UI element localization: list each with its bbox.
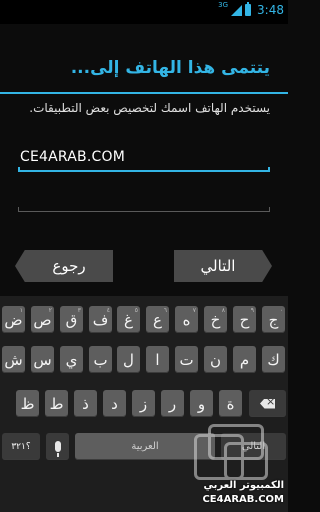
- key-ta-marbuta[interactable]: ة: [219, 390, 242, 417]
- key-label: ج: [268, 310, 279, 329]
- key-zain[interactable]: ز: [132, 390, 155, 417]
- key-ain[interactable]: ع٦: [146, 306, 169, 333]
- key-hint: ٢: [48, 307, 52, 314]
- key-hint: ١: [19, 307, 23, 314]
- mic-key[interactable]: [46, 433, 69, 460]
- key-zah[interactable]: ظ: [16, 390, 39, 417]
- space-key[interactable]: العربية: [75, 433, 215, 460]
- key-ha[interactable]: ه٧: [175, 306, 198, 333]
- key-lam[interactable]: ل: [117, 346, 140, 373]
- next-button[interactable]: التالي: [174, 250, 272, 282]
- key-hint: ٩: [250, 307, 254, 314]
- key-seen[interactable]: س: [31, 346, 54, 373]
- battery-icon: [245, 2, 252, 16]
- key-alef[interactable]: ا: [146, 346, 169, 373]
- key-hint: ٧: [192, 307, 196, 314]
- network-type-label: 3G: [218, 1, 229, 9]
- title-divider: [0, 92, 288, 94]
- status-icons: 3G 3:48: [218, 1, 284, 17]
- key-noon[interactable]: ن: [204, 346, 227, 373]
- key-thal[interactable]: ذ: [74, 390, 97, 417]
- key-hint: ٠: [279, 307, 283, 314]
- backspace-icon: [260, 398, 275, 409]
- keyboard: ض١ ص٢ ق٣ ف٤ غ٥ ع٦ ه٧ خ٨ ح٩ ج٠ ش س ي ب ل …: [0, 296, 288, 512]
- key-fa[interactable]: ف٤: [89, 306, 112, 333]
- enter-key[interactable]: التالي: [221, 433, 286, 460]
- name-input-underline: [18, 167, 270, 172]
- key-sheen[interactable]: ش: [2, 346, 25, 373]
- key-ra[interactable]: ر: [161, 390, 184, 417]
- back-button[interactable]: رجوع: [15, 250, 113, 282]
- key-tah[interactable]: ط: [45, 390, 68, 417]
- key-hint: ٤: [106, 307, 110, 314]
- key-kha[interactable]: خ٨: [204, 306, 227, 333]
- key-hint: ٨: [221, 307, 225, 314]
- key-ba[interactable]: ب: [89, 346, 112, 373]
- key-hint: ٥: [134, 307, 138, 314]
- key-label: غ: [124, 310, 133, 329]
- second-input-underline: [18, 207, 270, 212]
- key-hha[interactable]: ح٩: [233, 306, 256, 333]
- name-input-value: CE4ARAB.COM: [20, 149, 125, 165]
- signal-icon: [231, 4, 243, 16]
- key-ta[interactable]: ت: [175, 346, 198, 373]
- key-meem[interactable]: م: [233, 346, 256, 373]
- description-text: يستخدم الهاتف اسمك لتخصيص بعض التطبيقات.: [29, 101, 270, 115]
- key-hint: ٦: [163, 307, 167, 314]
- key-ghain[interactable]: غ٥: [117, 306, 140, 333]
- backspace-key[interactable]: [249, 390, 286, 417]
- key-ya[interactable]: ي: [60, 346, 83, 373]
- key-kaf[interactable]: ك: [262, 346, 285, 373]
- key-label: خ: [210, 310, 221, 329]
- symbols-key[interactable]: ؟٣٢١: [2, 433, 40, 460]
- key-label: ق: [65, 310, 78, 329]
- key-qaf[interactable]: ق٣: [60, 306, 83, 333]
- key-dad[interactable]: ض١: [2, 306, 25, 333]
- clock: 3:48: [257, 3, 284, 17]
- microphone-icon: [54, 441, 61, 457]
- key-hint: ٣: [77, 307, 81, 314]
- name-input[interactable]: CE4ARAB.COM: [18, 146, 270, 172]
- key-sad[interactable]: ص٢: [31, 306, 54, 333]
- page-title: يتتمى هذا الهاتف إلى...: [70, 58, 270, 78]
- key-jeem[interactable]: ج٠: [262, 306, 285, 333]
- key-label: ح: [239, 310, 250, 329]
- status-bar: 3G 3:48: [0, 0, 288, 24]
- key-label: ه: [182, 310, 191, 329]
- key-dal[interactable]: د: [103, 390, 126, 417]
- key-label: ع: [153, 310, 162, 329]
- second-name-input[interactable]: [18, 190, 270, 212]
- key-waw[interactable]: و: [190, 390, 213, 417]
